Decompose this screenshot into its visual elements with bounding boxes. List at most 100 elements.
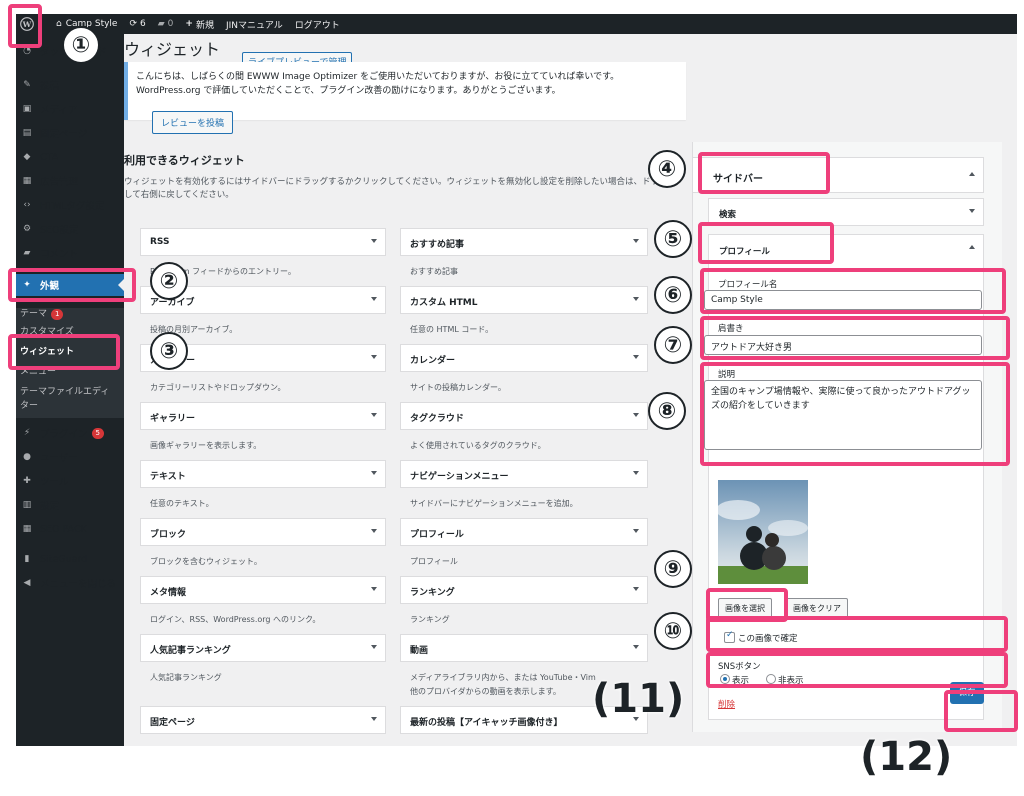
step-label-11: (11): [592, 676, 685, 722]
expand-arrow-icon[interactable]: [371, 471, 377, 475]
expand-arrow-icon[interactable]: [633, 471, 639, 475]
widget-left-3[interactable]: ギャラリー: [140, 402, 386, 430]
plug-icon: ⚡: [23, 428, 31, 438]
expand-arrow-icon[interactable]: [633, 413, 639, 417]
widget-right-6[interactable]: ランキング: [400, 576, 648, 604]
post-review-button[interactable]: レビューを投稿: [152, 111, 234, 134]
gear-icon: ⚙: [22, 224, 32, 234]
sidebar-item-label: プラグイン: [40, 429, 88, 440]
expand-arrow-icon[interactable]: [633, 587, 639, 591]
sidebar-item-seo-pack[interactable]: ▦ SEO PACK: [16, 518, 124, 540]
widget-title: 固定ページ: [150, 718, 195, 728]
sidebar-item-settings[interactable]: ▥ 設定: [16, 494, 124, 516]
expand-arrow-icon[interactable]: [371, 297, 377, 301]
sidebar-item-users[interactable]: ● ユーザー: [16, 446, 124, 468]
expand-arrow-icon[interactable]: [371, 239, 377, 243]
expand-arrow-icon[interactable]: [633, 297, 639, 301]
admin-bar: W ⌂ Camp Style ⟳ 6 ▰ 0 + 新規 JINマニュアル ログア…: [16, 14, 1017, 34]
widget-title: ブロック: [150, 530, 187, 540]
expand-arrow-icon[interactable]: [371, 355, 377, 359]
highlight-4: [698, 152, 830, 194]
widget-title: タグクラウド: [410, 414, 464, 424]
shield-icon: ▮: [24, 554, 30, 564]
expand-arrow-icon[interactable]: [371, 413, 377, 417]
highlight-8: [700, 362, 1010, 466]
profile-photo: [718, 480, 808, 584]
widget-title: RSS: [150, 237, 170, 247]
sidebar-item-label: 固定ページ: [40, 129, 88, 140]
media-icon: ▣: [22, 104, 32, 114]
submenu-item-4[interactable]: テーマファイルエディ: [20, 384, 109, 397]
widget-right-2[interactable]: カレンダー: [400, 344, 648, 372]
collapse-arrow-icon[interactable]: [969, 172, 975, 176]
widget-left-5[interactable]: ブロック: [140, 518, 386, 546]
highlight-10: [706, 616, 1008, 652]
sidebar-item-label: 投稿: [40, 81, 60, 92]
sidebar-item-label: SEO PACK: [40, 523, 87, 535]
widget-right-5[interactable]: プロフィール: [400, 518, 648, 546]
highlight-12: [944, 690, 1018, 732]
sidebar-item-ads[interactable]: ▦ 広告管理: [16, 170, 124, 192]
widget-description: ブロックを含むウィジェット。: [150, 557, 262, 566]
widget-title: テキスト: [150, 472, 186, 482]
widget-left-8[interactable]: 固定ページ: [140, 706, 386, 734]
sidebar-item-pages[interactable]: ▤ 固定ページ: [16, 122, 124, 144]
highlight-3: [8, 334, 120, 370]
sidebar-item-siteguard[interactable]: ▮ SiteGuard: [16, 548, 124, 570]
sidebar-item-plugins[interactable]: ⚡ プラグイン 5: [16, 422, 124, 444]
submenu-item-5: ター: [20, 398, 38, 411]
notice-text: こんにちは、しばらくの間 EWWW Image Optimizer をご使用いた…: [136, 72, 620, 96]
sidebar-item-tools[interactable]: ✚ ツール: [16, 470, 124, 492]
widget-title: ギャラリー: [150, 414, 196, 424]
widget-right-1[interactable]: カスタム HTML: [400, 286, 648, 314]
sidebar-item-label: HTMLタグ設定: [40, 201, 105, 212]
search-widget-title: 検索: [719, 210, 737, 220]
expand-arrow-icon[interactable]: [633, 239, 639, 243]
sidebar-item-media[interactable]: ▣ メディア: [16, 98, 124, 120]
collapse-arrow-icon[interactable]: [969, 245, 975, 249]
widget-title: おすすめ記事: [410, 240, 465, 250]
widget-right-0[interactable]: おすすめ記事: [400, 228, 648, 256]
sidebar-item-comments[interactable]: ▰ コメント: [16, 242, 124, 264]
comment-bubble-icon: ▰: [157, 19, 165, 29]
comment-icon: ▰: [23, 248, 31, 258]
sidebar-item-cta[interactable]: ◆ CTA: [16, 146, 124, 168]
widget-left-7[interactable]: 人気記事ランキング: [140, 634, 386, 662]
refresh-icon: ⟳: [129, 19, 138, 29]
expand-arrow-icon[interactable]: [969, 209, 975, 213]
expand-arrow-icon[interactable]: [371, 717, 377, 721]
expand-arrow-icon[interactable]: [633, 529, 639, 533]
expand-arrow-icon[interactable]: [371, 529, 377, 533]
submenu-label: テーマファイルエディ: [20, 387, 110, 397]
sidebar-item-posts[interactable]: ✎ 投稿: [16, 74, 124, 96]
new-content-link[interactable]: + 新規: [185, 18, 214, 31]
widget-title: カスタム HTML: [410, 298, 478, 308]
expand-arrow-icon[interactable]: [371, 645, 377, 649]
updates-count: 6: [140, 19, 146, 29]
expand-arrow-icon[interactable]: [633, 645, 639, 649]
comments-link[interactable]: ▰ 0: [158, 19, 174, 29]
manual-link[interactable]: JINマニュアル: [226, 18, 283, 31]
delete-link[interactable]: 削除: [718, 698, 735, 710]
sidebar-item-seo-settings[interactable]: ⚙ SEO設定: [16, 218, 124, 240]
widget-right-7[interactable]: 動画: [400, 634, 648, 662]
step-badge-3: ③: [150, 332, 188, 370]
updates-link[interactable]: ⟳ 6: [129, 19, 145, 29]
expand-arrow-icon[interactable]: [371, 587, 377, 591]
sidebar-item-collapse-menu[interactable]: ◀ メニューを閉じる: [16, 572, 124, 594]
sidebar-item-html-tags[interactable]: ‹› HTMLタグ設定: [16, 194, 124, 216]
widget-right-3[interactable]: タグクラウド: [400, 402, 648, 430]
widget-left-4[interactable]: テキスト: [140, 460, 386, 488]
submenu-item-0[interactable]: テーマ 1: [20, 306, 64, 320]
expand-arrow-icon[interactable]: [633, 355, 639, 359]
submenu-label: テーマ: [20, 309, 48, 319]
count-badge: 5: [91, 427, 104, 439]
logout-link[interactable]: ログアウト: [295, 18, 340, 31]
widget-title: 動画: [410, 646, 429, 656]
plus-icon: +: [185, 19, 193, 29]
widget-left-6[interactable]: メタ情報: [140, 576, 386, 604]
widget-right-4[interactable]: ナビゲーションメニュー: [400, 460, 648, 488]
widget-left-0[interactable]: RSS: [140, 228, 386, 256]
sidebar-item-label: メディア: [40, 105, 78, 116]
widget-description: サイドバーにナビゲーションメニューを追加。: [410, 499, 578, 508]
